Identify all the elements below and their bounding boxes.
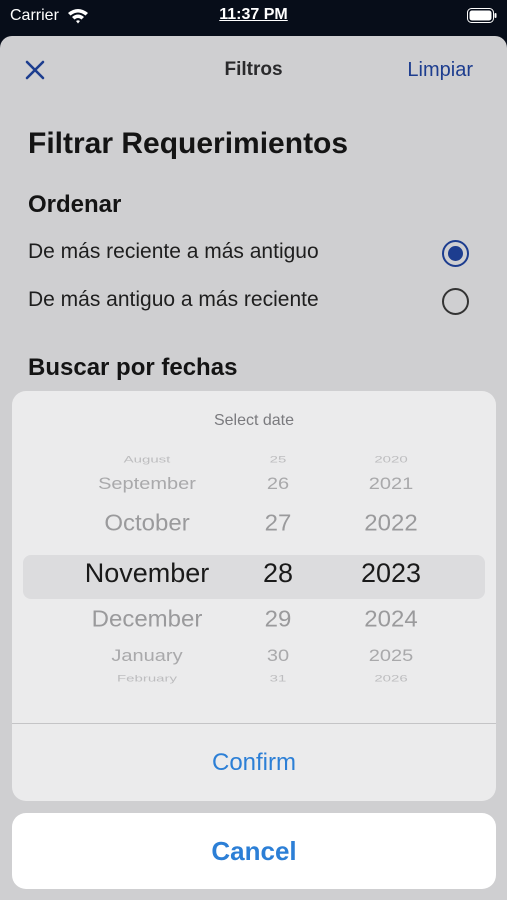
month-option[interactable]: September bbox=[52, 475, 242, 495]
selected-day-option[interactable]: 28 bbox=[236, 558, 320, 589]
day-option[interactable]: 26 bbox=[236, 475, 320, 495]
year-option[interactable]: 2022 bbox=[328, 511, 454, 538]
clear-button[interactable]: Limpiar bbox=[407, 59, 473, 82]
year-option[interactable]: 2024 bbox=[328, 607, 454, 634]
year-option[interactable]: 2025 bbox=[328, 647, 454, 667]
radio-selected-icon[interactable] bbox=[442, 240, 469, 267]
confirm-button[interactable]: Confirm bbox=[12, 724, 496, 801]
clock: 11:37 PM bbox=[219, 6, 288, 23]
month-option[interactable]: January bbox=[52, 647, 242, 667]
status-bar: Carrier 11:37 PM bbox=[0, 0, 507, 34]
month-wheel[interactable]: August September October November December Ja… bbox=[52, 451, 242, 696]
date-search-heading: Buscar por fechas bbox=[28, 354, 238, 381]
date-picker-header: Select date bbox=[213, 412, 295, 429]
sort-option-newest[interactable]: De más reciente a más antiguo bbox=[28, 236, 478, 276]
month-option[interactable]: February bbox=[52, 673, 242, 684]
year-option[interactable]: 2021 bbox=[328, 475, 454, 495]
sort-option-oldest[interactable]: De más antiguo a más reciente bbox=[28, 284, 478, 324]
year-option[interactable]: 2020 bbox=[328, 454, 454, 465]
sort-heading: Ordenar bbox=[28, 191, 122, 218]
year-option[interactable]: 2026 bbox=[328, 673, 454, 684]
day-option[interactable]: 30 bbox=[236, 647, 320, 667]
day-option[interactable]: 31 bbox=[236, 673, 320, 684]
day-option[interactable]: 29 bbox=[236, 607, 320, 634]
nav-bar: Filtros Limpiar bbox=[0, 36, 507, 106]
month-option[interactable]: December bbox=[52, 607, 242, 634]
battery-icon bbox=[467, 8, 497, 23]
cancel-button[interactable]: Cancel bbox=[12, 813, 496, 889]
day-option[interactable]: 25 bbox=[236, 454, 320, 465]
sort-option-label: De más antiguo a más reciente bbox=[28, 288, 319, 311]
selected-year-option[interactable]: 2023 bbox=[328, 558, 454, 589]
date-picker-sheet: Select date August September October Novemb… bbox=[12, 391, 496, 801]
day-wheel[interactable]: 25 26 27 28 29 30 31 bbox=[236, 451, 320, 696]
month-option[interactable]: August bbox=[52, 454, 242, 465]
year-wheel[interactable]: 2020 2021 2022 2023 2024 2025 2026 bbox=[328, 451, 454, 696]
page-title: Filtrar Requerimientos bbox=[28, 127, 349, 160]
radio-unselected-icon[interactable] bbox=[442, 288, 469, 315]
day-option[interactable]: 27 bbox=[236, 511, 320, 538]
sort-option-label: De más reciente a más antiguo bbox=[28, 240, 319, 263]
date-wheel[interactable]: August September October November December Ja… bbox=[12, 451, 496, 696]
month-option[interactable]: October bbox=[52, 511, 242, 538]
selected-month-option[interactable]: November bbox=[52, 558, 242, 589]
